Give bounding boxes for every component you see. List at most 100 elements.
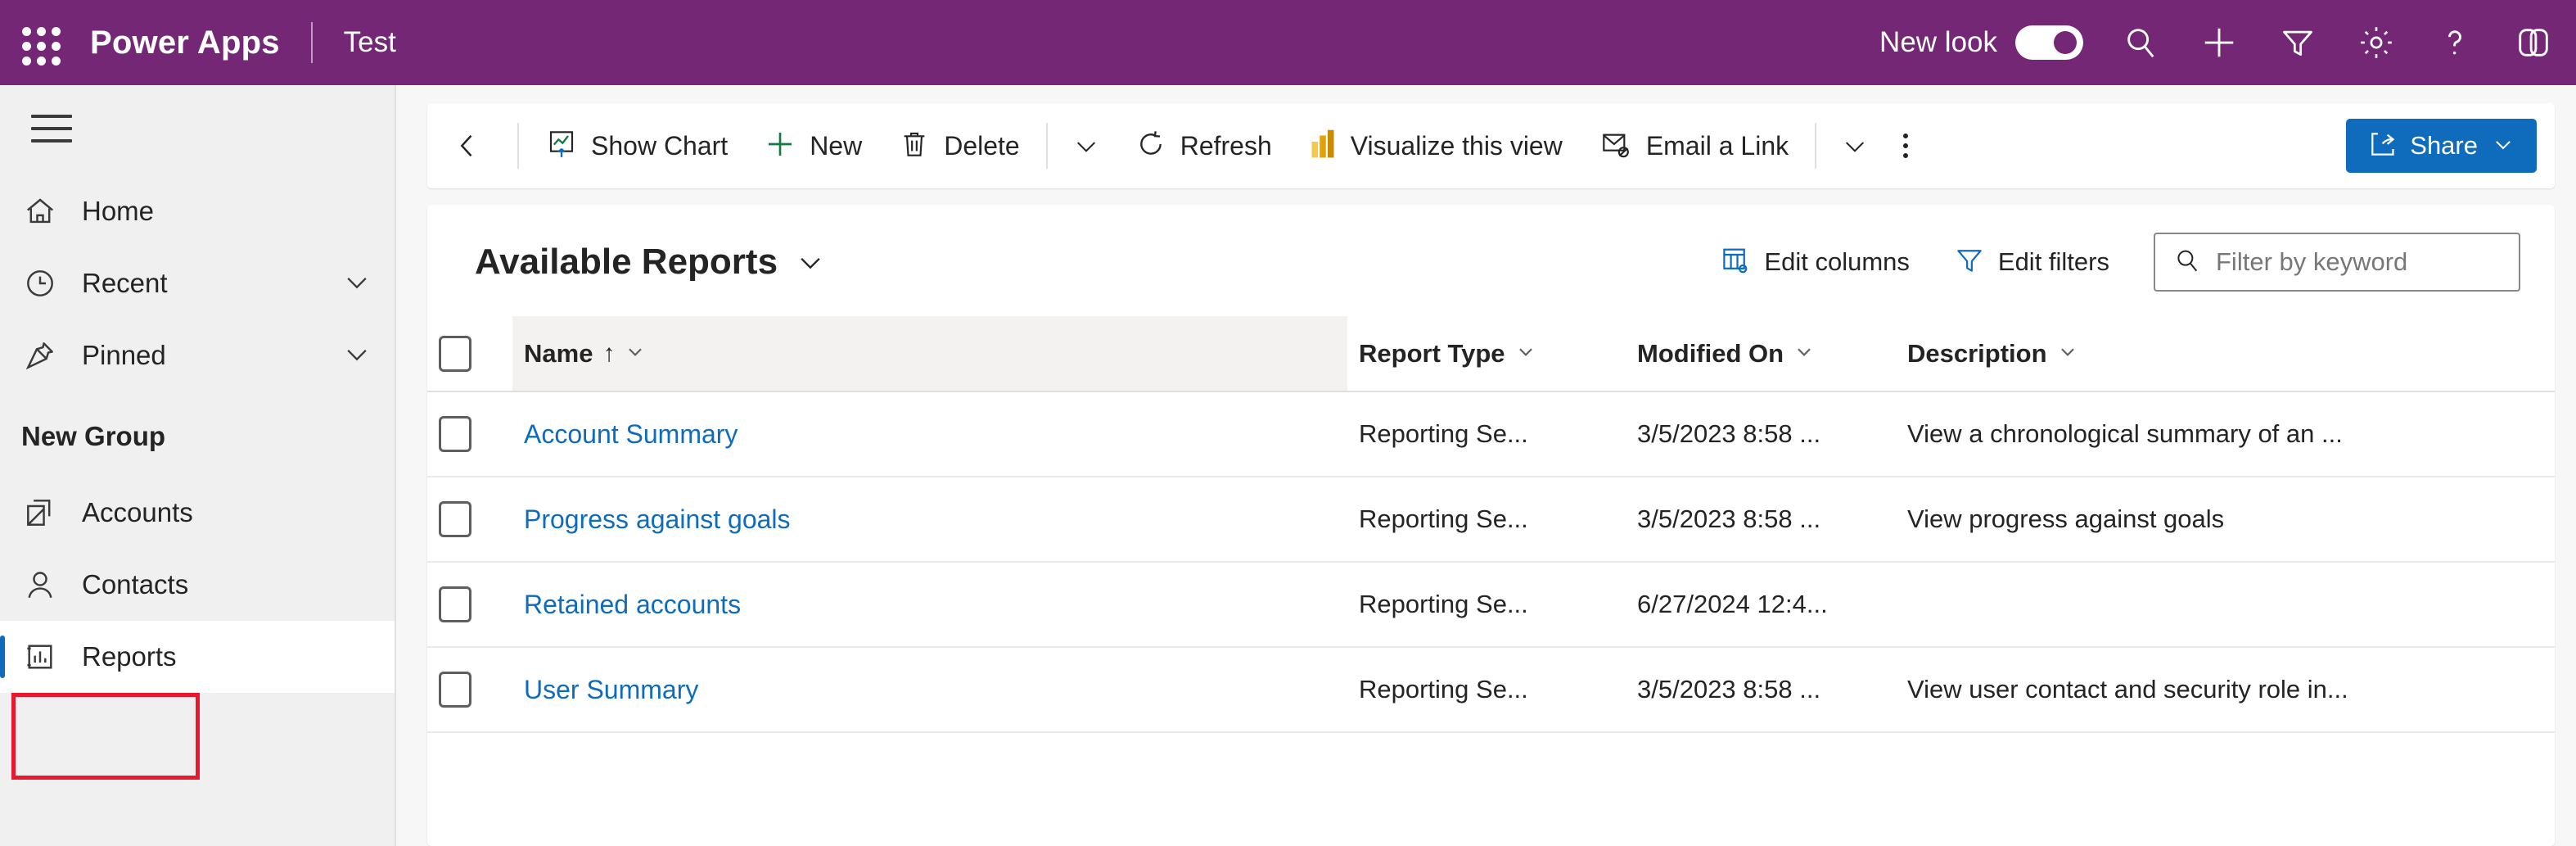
column-header-label: Modified On [1637,339,1784,369]
accounts-icon [23,495,69,530]
help-icon[interactable] [2434,21,2476,64]
sidebar-group-list: Accounts Contacts [0,477,395,693]
plus-icon [764,128,796,165]
select-all-checkbox[interactable] [439,336,471,372]
view-selector-chevron-down-icon[interactable] [794,246,827,278]
table-row[interactable]: Retained accounts Reporting Se... 6/27/2… [427,562,2555,647]
account-icon[interactable] [2512,21,2555,64]
new-label: New [810,131,862,161]
row-checkbox[interactable] [439,672,471,708]
gear-icon[interactable] [2355,21,2398,64]
row-name-cell: Account Summary [512,391,1347,477]
sidebar-item-reports[interactable]: Reports [0,621,395,693]
row-checkbox-cell [427,647,512,732]
share-icon [2367,129,2397,163]
plus-icon[interactable] [2198,21,2240,64]
table-row[interactable]: User Summary Reporting Se... 3/5/2023 8:… [427,647,2555,732]
row-checkbox[interactable] [439,586,471,622]
edit-columns-label: Edit columns [1764,247,1909,277]
view-toolbar: Edit columns Edit filters [1702,233,2520,292]
app-header: Power Apps Test New look [0,0,2576,85]
delete-overflow-chevron-down-icon[interactable] [1056,116,1117,175]
select-all-header [427,316,512,391]
email-link-icon [1599,128,1633,165]
report-name-link[interactable]: Retained accounts [524,590,741,619]
row-report-type-cell: Reporting Se... [1347,647,1626,732]
report-type-value: Reporting Se... [1359,590,1614,619]
share-chevron-down-icon[interactable] [2491,132,2515,161]
column-header-report-type[interactable]: Report Type [1347,316,1626,391]
header-divider [311,22,313,63]
description-value: View progress against goals [1907,504,2543,534]
description-value: View a chronological summary of an ... [1907,419,2543,449]
sidebar-item-accounts[interactable]: Accounts [0,477,395,549]
share-label: Share [2410,131,2478,161]
table-body: Account Summary Reporting Se... 3/5/2023… [427,391,2555,732]
modified-on-value: 6/27/2024 12:4... [1637,590,1884,619]
email-a-link-button[interactable]: Email a Link [1581,116,1807,175]
report-name-link[interactable]: Account Summary [524,419,738,449]
report-name-link[interactable]: Progress against goals [524,504,791,534]
show-chart-button[interactable]: Show Chart [527,116,746,175]
new-look-label: New look [1879,26,1997,59]
power-apps-window: Power Apps Test New look [0,0,2576,846]
main-content: Show Chart New [396,85,2576,846]
column-header-modified-on[interactable]: Modified On [1626,316,1896,391]
refresh-button[interactable]: Refresh [1117,116,1290,175]
row-checkbox-cell [427,562,512,647]
visualize-this-view-button[interactable]: Visualize this view [1290,116,1581,175]
app-launcher-grid-icon[interactable] [15,20,61,66]
new-button[interactable]: New [746,116,880,175]
edit-columns-button[interactable]: Edit columns [1702,237,1927,287]
view-header: Available Reports [427,205,2555,316]
email-overflow-chevron-down-icon[interactable] [1825,116,1885,175]
chevron-down-icon[interactable] [1515,339,1536,369]
environment-name[interactable]: Test [344,26,396,59]
sidebar-nav: Home Recent [0,85,396,846]
row-checkbox[interactable] [439,501,471,537]
report-type-value: Reporting Se... [1359,504,1614,534]
column-header-label: Report Type [1359,339,1505,369]
pin-icon [23,338,69,373]
chevron-down-icon[interactable] [625,339,646,369]
delete-button[interactable]: Delete [880,116,1038,175]
sidebar-item-home[interactable]: Home [0,175,395,247]
brand-title[interactable]: Power Apps [90,25,280,61]
row-description-cell: View progress against goals [1896,477,2555,562]
sidebar-item-pinned[interactable]: Pinned [0,319,395,391]
more-vertical-icon[interactable] [1885,116,1926,175]
table-row[interactable]: Account Summary Reporting Se... 3/5/2023… [427,391,2555,477]
new-look-toggle[interactable] [2015,25,2083,60]
filter-icon[interactable] [2276,21,2319,64]
view-title[interactable]: Available Reports [475,242,778,283]
row-report-type-cell: Reporting Se... [1347,477,1626,562]
sidebar-item-recent[interactable]: Recent [0,247,395,319]
column-header-name[interactable]: Name ↑ [512,316,1347,391]
column-header-description[interactable]: Description [1896,316,2555,391]
row-modified-on-cell: 6/27/2024 12:4... [1626,562,1896,647]
row-checkbox[interactable] [439,416,471,452]
chevron-down-icon[interactable] [2057,339,2078,369]
refresh-label: Refresh [1180,131,1272,161]
row-description-cell: View user contact and security role in..… [1896,647,2555,732]
sidebar-item-label: Reports [82,641,177,672]
share-button[interactable]: Share [2346,119,2537,173]
chevron-down-icon[interactable] [341,265,373,302]
hamburger-menu-icon[interactable] [16,93,87,164]
search-icon[interactable] [2119,21,2162,64]
edit-filters-button[interactable]: Edit filters [1936,237,2127,287]
command-bar-divider [517,123,519,169]
report-type-value: Reporting Se... [1359,675,1614,704]
table-row[interactable]: Progress against goals Reporting Se... 3… [427,477,2555,562]
reports-list-panel: Available Reports [427,205,2555,846]
show-chart-icon [545,128,578,165]
filter-by-keyword-input[interactable]: Filter by keyword [2154,233,2520,292]
report-name-link[interactable]: User Summary [524,675,698,704]
sidebar-item-contacts[interactable]: Contacts [0,549,395,621]
chevron-down-icon[interactable] [1793,339,1815,369]
row-name-cell: Retained accounts [512,562,1347,647]
sidebar-group-label: New Group [0,391,395,477]
app-body: Home Recent [0,85,2576,846]
chevron-down-icon[interactable] [341,337,373,374]
back-arrow-icon[interactable] [439,116,509,175]
